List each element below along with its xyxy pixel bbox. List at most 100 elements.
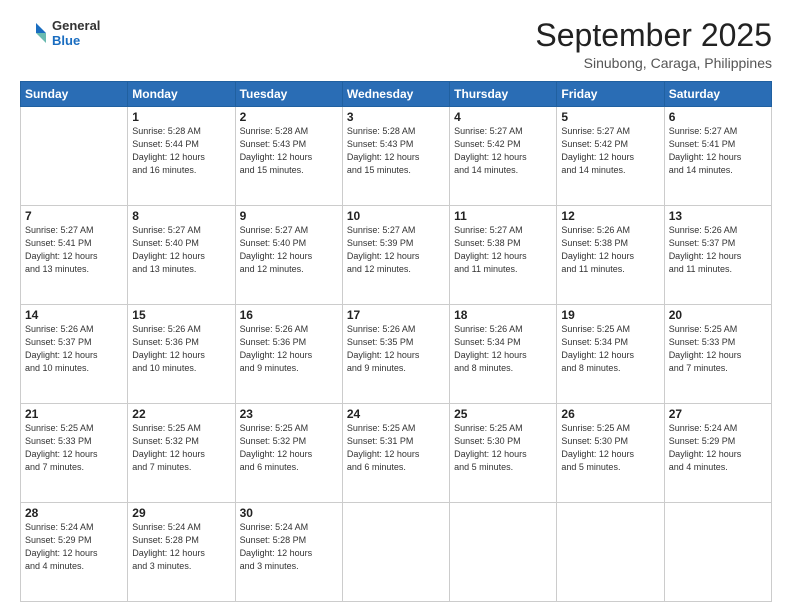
logo: General Blue	[20, 18, 100, 48]
calendar-cell: 11Sunrise: 5:27 AMSunset: 5:38 PMDayligh…	[450, 206, 557, 305]
calendar-cell: 6Sunrise: 5:27 AMSunset: 5:41 PMDaylight…	[664, 107, 771, 206]
day-number: 26	[561, 407, 659, 421]
day-number: 18	[454, 308, 552, 322]
calendar-cell: 27Sunrise: 5:24 AMSunset: 5:29 PMDayligh…	[664, 404, 771, 503]
day-number: 13	[669, 209, 767, 223]
day-sun-info: Sunrise: 5:26 AMSunset: 5:35 PMDaylight:…	[347, 323, 445, 375]
calendar-day-header: Monday	[128, 82, 235, 107]
day-sun-info: Sunrise: 5:26 AMSunset: 5:38 PMDaylight:…	[561, 224, 659, 276]
day-number: 23	[240, 407, 338, 421]
calendar-cell: 24Sunrise: 5:25 AMSunset: 5:31 PMDayligh…	[342, 404, 449, 503]
title-block: September 2025 Sinubong, Caraga, Philipp…	[535, 18, 772, 71]
day-number: 29	[132, 506, 230, 520]
calendar-day-header: Wednesday	[342, 82, 449, 107]
day-sun-info: Sunrise: 5:25 AMSunset: 5:31 PMDaylight:…	[347, 422, 445, 474]
day-sun-info: Sunrise: 5:26 AMSunset: 5:37 PMDaylight:…	[25, 323, 123, 375]
day-number: 24	[347, 407, 445, 421]
calendar-cell: 21Sunrise: 5:25 AMSunset: 5:33 PMDayligh…	[21, 404, 128, 503]
day-number: 3	[347, 110, 445, 124]
day-sun-info: Sunrise: 5:27 AMSunset: 5:42 PMDaylight:…	[561, 125, 659, 177]
calendar-cell: 7Sunrise: 5:27 AMSunset: 5:41 PMDaylight…	[21, 206, 128, 305]
calendar-cell: 26Sunrise: 5:25 AMSunset: 5:30 PMDayligh…	[557, 404, 664, 503]
day-number: 11	[454, 209, 552, 223]
day-number: 30	[240, 506, 338, 520]
calendar-cell: 13Sunrise: 5:26 AMSunset: 5:37 PMDayligh…	[664, 206, 771, 305]
day-number: 4	[454, 110, 552, 124]
logo-general: General	[52, 18, 100, 33]
calendar-day-header: Sunday	[21, 82, 128, 107]
calendar-header-row: SundayMondayTuesdayWednesdayThursdayFrid…	[21, 82, 772, 107]
calendar-cell: 19Sunrise: 5:25 AMSunset: 5:34 PMDayligh…	[557, 305, 664, 404]
day-sun-info: Sunrise: 5:26 AMSunset: 5:34 PMDaylight:…	[454, 323, 552, 375]
calendar-cell: 12Sunrise: 5:26 AMSunset: 5:38 PMDayligh…	[557, 206, 664, 305]
calendar-cell: 28Sunrise: 5:24 AMSunset: 5:29 PMDayligh…	[21, 503, 128, 602]
calendar-day-header: Tuesday	[235, 82, 342, 107]
day-number: 2	[240, 110, 338, 124]
logo-icon	[20, 19, 48, 47]
calendar-cell: 18Sunrise: 5:26 AMSunset: 5:34 PMDayligh…	[450, 305, 557, 404]
calendar-cell: 17Sunrise: 5:26 AMSunset: 5:35 PMDayligh…	[342, 305, 449, 404]
calendar-cell: 29Sunrise: 5:24 AMSunset: 5:28 PMDayligh…	[128, 503, 235, 602]
calendar-week-row: 1Sunrise: 5:28 AMSunset: 5:44 PMDaylight…	[21, 107, 772, 206]
day-number: 25	[454, 407, 552, 421]
day-number: 10	[347, 209, 445, 223]
day-number: 20	[669, 308, 767, 322]
day-number: 21	[25, 407, 123, 421]
day-sun-info: Sunrise: 5:25 AMSunset: 5:33 PMDaylight:…	[669, 323, 767, 375]
calendar-cell: 25Sunrise: 5:25 AMSunset: 5:30 PMDayligh…	[450, 404, 557, 503]
day-sun-info: Sunrise: 5:28 AMSunset: 5:43 PMDaylight:…	[347, 125, 445, 177]
day-number: 8	[132, 209, 230, 223]
day-number: 19	[561, 308, 659, 322]
day-sun-info: Sunrise: 5:26 AMSunset: 5:37 PMDaylight:…	[669, 224, 767, 276]
day-number: 14	[25, 308, 123, 322]
day-sun-info: Sunrise: 5:25 AMSunset: 5:33 PMDaylight:…	[25, 422, 123, 474]
calendar-cell: 1Sunrise: 5:28 AMSunset: 5:44 PMDaylight…	[128, 107, 235, 206]
calendar-cell: 20Sunrise: 5:25 AMSunset: 5:33 PMDayligh…	[664, 305, 771, 404]
day-number: 7	[25, 209, 123, 223]
day-sun-info: Sunrise: 5:24 AMSunset: 5:28 PMDaylight:…	[132, 521, 230, 573]
calendar-cell	[557, 503, 664, 602]
calendar-table: SundayMondayTuesdayWednesdayThursdayFrid…	[20, 81, 772, 602]
day-number: 22	[132, 407, 230, 421]
day-sun-info: Sunrise: 5:26 AMSunset: 5:36 PMDaylight:…	[240, 323, 338, 375]
day-sun-info: Sunrise: 5:25 AMSunset: 5:32 PMDaylight:…	[132, 422, 230, 474]
calendar-cell: 16Sunrise: 5:26 AMSunset: 5:36 PMDayligh…	[235, 305, 342, 404]
day-sun-info: Sunrise: 5:24 AMSunset: 5:28 PMDaylight:…	[240, 521, 338, 573]
calendar-week-row: 7Sunrise: 5:27 AMSunset: 5:41 PMDaylight…	[21, 206, 772, 305]
day-sun-info: Sunrise: 5:28 AMSunset: 5:43 PMDaylight:…	[240, 125, 338, 177]
calendar-cell	[21, 107, 128, 206]
calendar-day-header: Saturday	[664, 82, 771, 107]
location: Sinubong, Caraga, Philippines	[535, 55, 772, 71]
day-sun-info: Sunrise: 5:27 AMSunset: 5:39 PMDaylight:…	[347, 224, 445, 276]
calendar-cell: 4Sunrise: 5:27 AMSunset: 5:42 PMDaylight…	[450, 107, 557, 206]
day-number: 1	[132, 110, 230, 124]
day-number: 12	[561, 209, 659, 223]
day-sun-info: Sunrise: 5:25 AMSunset: 5:30 PMDaylight:…	[454, 422, 552, 474]
day-number: 6	[669, 110, 767, 124]
day-number: 16	[240, 308, 338, 322]
calendar-week-row: 28Sunrise: 5:24 AMSunset: 5:29 PMDayligh…	[21, 503, 772, 602]
calendar-day-header: Friday	[557, 82, 664, 107]
calendar-cell: 9Sunrise: 5:27 AMSunset: 5:40 PMDaylight…	[235, 206, 342, 305]
day-sun-info: Sunrise: 5:25 AMSunset: 5:34 PMDaylight:…	[561, 323, 659, 375]
day-number: 5	[561, 110, 659, 124]
calendar-cell: 5Sunrise: 5:27 AMSunset: 5:42 PMDaylight…	[557, 107, 664, 206]
day-sun-info: Sunrise: 5:27 AMSunset: 5:41 PMDaylight:…	[669, 125, 767, 177]
logo-blue: Blue	[52, 33, 100, 48]
calendar-cell: 10Sunrise: 5:27 AMSunset: 5:39 PMDayligh…	[342, 206, 449, 305]
calendar-cell	[342, 503, 449, 602]
page-header: General Blue September 2025 Sinubong, Ca…	[20, 18, 772, 71]
day-sun-info: Sunrise: 5:27 AMSunset: 5:41 PMDaylight:…	[25, 224, 123, 276]
day-sun-info: Sunrise: 5:27 AMSunset: 5:38 PMDaylight:…	[454, 224, 552, 276]
day-number: 27	[669, 407, 767, 421]
calendar-cell	[664, 503, 771, 602]
calendar-cell: 15Sunrise: 5:26 AMSunset: 5:36 PMDayligh…	[128, 305, 235, 404]
month-title: September 2025	[535, 18, 772, 53]
day-sun-info: Sunrise: 5:28 AMSunset: 5:44 PMDaylight:…	[132, 125, 230, 177]
calendar-cell	[450, 503, 557, 602]
day-number: 15	[132, 308, 230, 322]
calendar-cell: 23Sunrise: 5:25 AMSunset: 5:32 PMDayligh…	[235, 404, 342, 503]
day-sun-info: Sunrise: 5:26 AMSunset: 5:36 PMDaylight:…	[132, 323, 230, 375]
day-sun-info: Sunrise: 5:25 AMSunset: 5:30 PMDaylight:…	[561, 422, 659, 474]
calendar-cell: 22Sunrise: 5:25 AMSunset: 5:32 PMDayligh…	[128, 404, 235, 503]
